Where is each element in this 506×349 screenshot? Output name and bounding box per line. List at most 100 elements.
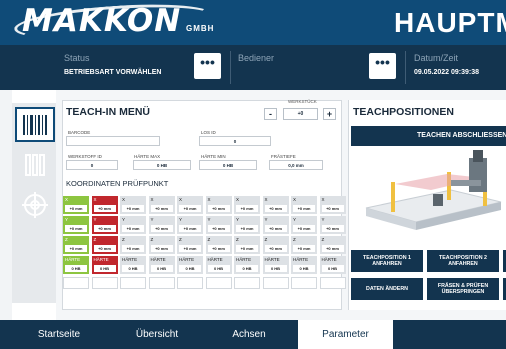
koordinate-empty-cell[interactable] [63,277,89,289]
koordinate-cell-h[interactable]: HÄRTE 0 HB [234,256,260,274]
koordinate-cell-x[interactable]: X +0 mm [63,196,89,214]
datetime-label: Datum/Zeit [414,53,459,63]
koordinate-cell-label: Y [264,217,268,222]
nav-uebersicht[interactable]: Übersicht [122,320,192,349]
nav-startseite[interactable]: Startseite [24,320,94,349]
status-bar: Status BETRIEBSART VORWÄHLEN ••• Bediene… [0,45,506,90]
koordinate-cell-value: +0 mm [65,205,87,212]
koordinate-cell-value: 0 HB [150,265,173,272]
koordinate-cell-label: Z [264,237,268,242]
koordinate-cell-z[interactable]: Z +0 mm [319,236,346,254]
fraesen-pruefen-button[interactable]: FRÄSEN & PRÜFEN ÜBERSPRINGEN [427,278,499,300]
koordinate-cell-x[interactable]: X +0 mm [177,196,203,214]
status-more-button[interactable]: ••• [194,53,221,79]
koordinate-cell-label: Z [179,237,182,242]
koordinate-cell-label: X [264,197,268,202]
status-field: Status BETRIEBSART VORWÄHLEN ••• [0,45,225,90]
teachposition-1-button[interactable]: TEACHPOSITION 1 ANFAHREN [351,250,423,272]
koordinate-cell-y[interactable]: Y +0 mm [234,216,260,234]
daten-aendern-button[interactable]: DATEN ÄNDERN [351,278,423,300]
koordinate-empty-cell[interactable] [148,277,175,289]
tools-tool-button[interactable] [15,147,55,182]
koordinate-column: X +0 mm Y +0 mm Z +0 mm HÄRTE 0 HB [62,194,90,302]
koordinate-empty-cell[interactable] [205,277,232,289]
koordinate-empty-cell[interactable] [120,277,146,289]
koordinate-cell-z[interactable]: Z +0 mm [120,236,146,254]
barcode-tool-button[interactable] [15,107,55,142]
header-bar: MAKKON GMBH HAUPTM [0,0,506,45]
werkstueck-plus-button[interactable]: + [323,108,336,120]
koordinate-cell-y[interactable]: Y +0 mm [319,216,346,234]
koordinate-cell-y[interactable]: Y +0 mm [120,216,146,234]
werkstueck-minus-button[interactable]: - [264,108,277,120]
koordinate-cell-h[interactable]: HÄRTE 0 HB [91,256,118,274]
koordinate-cell-value: +0 mm [122,205,144,212]
koordinate-cell-value: +0 mm [150,205,173,212]
koordinate-cell-value: 0 HB [321,265,344,272]
koordinate-cell-label: Z [122,237,125,242]
koordinate-cell-h[interactable]: HÄRTE 0 HB [63,256,89,274]
koordinate-empty-cell[interactable] [177,277,203,289]
koordinate-cell-x[interactable]: X +0 mm [262,196,289,214]
koordinate-cell-z[interactable]: Z +0 mm [291,236,317,254]
koordinate-cell-h[interactable]: HÄRTE 0 HB [262,256,289,274]
koordinate-cell-y[interactable]: Y +0 mm [177,216,203,234]
koordinate-cell-value: +0 mm [207,245,230,252]
los-id-field[interactable]: 0 [199,136,271,146]
koordinate-cell-x[interactable]: X +0 mm [148,196,175,214]
haerte-max-field[interactable]: 0 HB [133,160,191,170]
koordinate-cell-value: 0 HB [264,265,287,272]
teachposition-2-button[interactable]: TEACHPOSITION 2 ANFAHREN [427,250,499,272]
koordinate-empty-cell[interactable] [91,277,118,289]
koordinate-column: X +0 mm Y +0 mm Z +0 mm HÄRTE 0 HB [119,194,147,302]
nav-parameter[interactable]: Parameter [298,320,393,349]
target-tool-button[interactable] [15,187,55,222]
koordinate-cell-x[interactable]: X +0 mm [234,196,260,214]
koordinate-cell-h[interactable]: HÄRTE 0 HB [177,256,203,274]
nav-achsen[interactable]: Achsen [214,320,284,349]
koordinate-cell-x[interactable]: X +0 mm [120,196,146,214]
koordinate-cell-z[interactable]: Z +0 mm [262,236,289,254]
koordinate-empty-cell[interactable] [319,277,346,289]
koordinate-cell-x[interactable]: X +0 mm [205,196,232,214]
haerte-min-field[interactable]: 0 HB [199,160,257,170]
koordinate-cell-value: +0 mm [264,245,287,252]
fraestiefe-field[interactable]: 0,0 mm [269,160,323,170]
koordinate-cell-label: Y [179,217,183,222]
koordinate-cell-z[interactable]: Z +0 mm [63,236,89,254]
koordinate-empty-cell[interactable] [262,277,289,289]
operator-more-button[interactable]: ••• [369,53,396,79]
koordinate-empty-cell[interactable] [234,277,260,289]
koordinate-cell-z[interactable]: Z +0 mm [205,236,232,254]
koordinate-cell-label: X [122,197,126,202]
koordinate-cell-z[interactable]: Z +0 mm [234,236,260,254]
koordinate-cell-y[interactable]: Y +0 mm [148,216,175,234]
koordinate-cell-x[interactable]: X +0 mm [291,196,317,214]
koordinate-cell-h[interactable]: HÄRTE 0 HB [120,256,146,274]
koordinate-cell-h[interactable]: HÄRTE 0 HB [205,256,232,274]
koordinate-cell-label: HÄRTE [93,257,109,262]
koordinate-cell-value: +0 mm [179,205,201,212]
koordinate-cell-z[interactable]: Z +0 mm [91,236,118,254]
operator-label: Bediener [238,53,275,63]
koordinate-empty-cell[interactable] [291,277,317,289]
koordinate-cell-y[interactable]: Y +0 mm [91,216,118,234]
koordinate-cell-y[interactable]: Y +0 mm [262,216,289,234]
koordinate-cell-z[interactable]: Z +0 mm [177,236,203,254]
bottom-navigation: Startseite Übersicht Achsen Parameter [0,320,506,349]
koordinate-cell-y[interactable]: Y +0 mm [205,216,232,234]
koordinate-cell-z[interactable]: Z +0 mm [148,236,175,254]
koordinate-cell-value: +0 mm [321,205,344,212]
fraestiefe-label: FRÄSTIEFE [271,154,296,159]
koordinate-cell-y[interactable]: Y +0 mm [63,216,89,234]
werkstoff-id-field[interactable]: 0 [66,160,118,170]
koordinate-cell-h[interactable]: HÄRTE 0 HB [319,256,346,274]
koordinate-cell-x[interactable]: X +0 mm [319,196,346,214]
koordinate-cell-h[interactable]: HÄRTE 0 HB [148,256,175,274]
koordinate-cell-y[interactable]: Y +0 mm [291,216,317,234]
barcode-field[interactable] [66,136,160,146]
koordinate-cell-x[interactable]: X +0 mm [91,196,118,214]
koordinate-cell-value: +0 mm [122,245,144,252]
teachen-abschliessen-button[interactable]: TEACHEN ABSCHLIESSEN [351,126,506,146]
koordinate-cell-h[interactable]: HÄRTE 0 HB [291,256,317,274]
